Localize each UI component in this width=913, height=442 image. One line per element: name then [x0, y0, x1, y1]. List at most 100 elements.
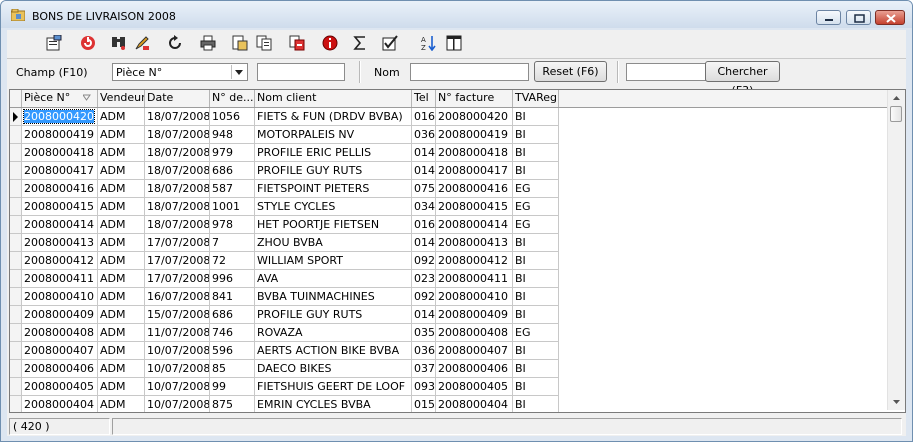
- table-cell[interactable]: BI: [513, 108, 559, 126]
- table-cell[interactable]: 10/07/2008: [145, 378, 210, 396]
- table-cell[interactable]: ADM: [98, 252, 145, 270]
- champ-select[interactable]: Pièce N°: [112, 63, 248, 81]
- table-cell[interactable]: ZHOU BVBA: [255, 234, 412, 252]
- table-cell[interactable]: 10/07/2008: [145, 396, 210, 412]
- table-cell[interactable]: MOTORPALEIS NV: [255, 126, 412, 144]
- table-cell[interactable]: EG: [513, 216, 559, 234]
- table-row[interactable]: 2008000408ADM11/07/2008746ROVAZA03562008…: [10, 324, 563, 342]
- table-cell[interactable]: ADM: [98, 396, 145, 412]
- table-cell[interactable]: 17/07/2008: [145, 234, 210, 252]
- export-button[interactable]: [229, 32, 251, 54]
- table-row[interactable]: 2008000420 ADM 18/07/2008 1056 FIETS & FUN (…: [10, 108, 563, 126]
- table-cell[interactable]: 0146: [412, 162, 436, 180]
- row-indicator[interactable]: [10, 162, 22, 180]
- table-cell[interactable]: 0144: [412, 144, 436, 162]
- table-cell[interactable]: 2008000407: [436, 342, 513, 360]
- table-cell[interactable]: BI: [513, 378, 559, 396]
- table-row[interactable]: 2008000410 ADM 16/07/2008 841 BVBA TUINMACHI…: [10, 288, 563, 306]
- table-cell[interactable]: ADM: [98, 162, 145, 180]
- column-header[interactable]: Vendeur: [98, 90, 145, 107]
- table-cell[interactable]: FIETSHUIS GEERT DE LOOF: [255, 378, 412, 396]
- column-header[interactable]: Tel: [412, 90, 436, 107]
- print-button[interactable]: [197, 32, 219, 54]
- table-cell[interactable]: 99: [210, 378, 255, 396]
- row-indicator[interactable]: [10, 198, 22, 216]
- table-cell[interactable]: 0157: [412, 396, 436, 412]
- table-cell[interactable]: 0235: [412, 270, 436, 288]
- table-cell[interactable]: 2008000406: [22, 360, 98, 378]
- sum-button[interactable]: [349, 32, 371, 54]
- table-cell[interactable]: 72: [210, 252, 255, 270]
- table-cell[interactable]: 2008000413: [436, 234, 513, 252]
- table-row[interactable]: 2008000404 ADM 10/07/2008 875 EMRIN CYCLES B…: [10, 396, 563, 412]
- nom-input[interactable]: [410, 63, 529, 81]
- close-button[interactable]: [875, 10, 905, 25]
- edit-button[interactable]: [131, 32, 153, 54]
- search-button[interactable]: Chercher (F3): [705, 61, 780, 97]
- table-cell[interactable]: 2008000419: [436, 126, 513, 144]
- table-cell[interactable]: 2008000407: [22, 342, 98, 360]
- table-cell[interactable]: 2008000411: [436, 270, 513, 288]
- scroll-thumb[interactable]: [890, 106, 902, 122]
- table-cell[interactable]: 17/07/2008: [145, 270, 210, 288]
- table-row[interactable]: 2008000415 ADM 18/07/2008 1001 STYLE CYCLES 0…: [10, 198, 563, 216]
- table-cell[interactable]: ADM: [98, 198, 145, 216]
- properties-button[interactable]: [43, 32, 65, 54]
- table-cell[interactable]: 10/07/2008: [145, 360, 210, 378]
- table-cell[interactable]: BI: [513, 162, 559, 180]
- table-cell[interactable]: 1001: [210, 198, 255, 216]
- row-indicator[interactable]: [10, 216, 22, 234]
- table-cell[interactable]: 18/07/2008: [145, 216, 210, 234]
- table-cell[interactable]: EMRIN CYCLES BVBA: [255, 396, 412, 412]
- delete-button[interactable]: [286, 32, 308, 54]
- table-cell[interactable]: ADM: [98, 270, 145, 288]
- row-indicator[interactable]: [10, 396, 22, 412]
- column-header[interactable]: TVAReg: [513, 90, 559, 107]
- table-cell[interactable]: WILLIAM SPORT: [255, 252, 412, 270]
- table-cell[interactable]: BI: [513, 360, 559, 378]
- row-indicator[interactable]: [10, 108, 22, 126]
- table-cell[interactable]: BVBA TUINMACHINES: [255, 288, 412, 306]
- table-cell[interactable]: ADM: [98, 126, 145, 144]
- vertical-scrollbar[interactable]: [887, 90, 905, 410]
- table-cell[interactable]: 18/07/2008: [145, 162, 210, 180]
- row-indicator[interactable]: [10, 306, 22, 324]
- table-cell[interactable]: BI: [513, 288, 559, 306]
- table-row[interactable]: 2008000413ADM17/07/20087ZHOU BVBA0147200…: [10, 234, 563, 252]
- row-indicator[interactable]: [10, 324, 22, 342]
- minimize-button[interactable]: [816, 10, 841, 25]
- row-indicator[interactable]: [10, 360, 22, 378]
- table-cell[interactable]: 996: [210, 270, 255, 288]
- table-cell[interactable]: 2008000419: [22, 126, 98, 144]
- table-cell[interactable]: 17/07/2008: [145, 252, 210, 270]
- table-cell[interactable]: 875: [210, 396, 255, 412]
- table-cell[interactable]: BI: [513, 396, 559, 412]
- column-header[interactable]: N° facture: [436, 90, 513, 107]
- champ-input[interactable]: [257, 63, 345, 81]
- table-cell[interactable]: ADM: [98, 360, 145, 378]
- table-cell[interactable]: FIETSPOINT PIETERS: [255, 180, 412, 198]
- check-button[interactable]: [379, 32, 401, 54]
- table-cell[interactable]: 18/07/2008: [145, 126, 210, 144]
- table-cell[interactable]: 2008000404: [22, 396, 98, 412]
- table-cell[interactable]: 2008000406: [436, 360, 513, 378]
- table-cell[interactable]: ADM: [98, 144, 145, 162]
- reset-button[interactable]: Reset (F6): [534, 61, 607, 82]
- find-button[interactable]: [108, 32, 130, 54]
- table-cell[interactable]: 841: [210, 288, 255, 306]
- table-cell[interactable]: HET POORTJE FIETSEN: [255, 216, 412, 234]
- table-cell[interactable]: 2008000405: [436, 378, 513, 396]
- table-row[interactable]: 2008000416 ADM 18/07/2008 587 FIETSPOINT PIE…: [10, 180, 563, 198]
- table-row[interactable]: 2008000418 ADM 18/07/2008 979 PROFILE ERIC P…: [10, 144, 563, 162]
- table-cell[interactable]: BI: [513, 126, 559, 144]
- table-cell[interactable]: 18/07/2008: [145, 198, 210, 216]
- table-row[interactable]: 2008000419 ADM 18/07/2008 948 MOTORPALEIS NV…: [10, 126, 563, 144]
- table-cell[interactable]: EG: [513, 198, 559, 216]
- table-cell[interactable]: 686: [210, 162, 255, 180]
- table-cell[interactable]: 0356: [412, 324, 436, 342]
- table-cell[interactable]: 2008000412: [436, 252, 513, 270]
- table-cell[interactable]: 2008000416: [22, 180, 98, 198]
- table-cell[interactable]: PROFILE GUY RUTS: [255, 306, 412, 324]
- table-cell[interactable]: 2008000414: [22, 216, 98, 234]
- table-cell[interactable]: 2008000420: [22, 108, 98, 126]
